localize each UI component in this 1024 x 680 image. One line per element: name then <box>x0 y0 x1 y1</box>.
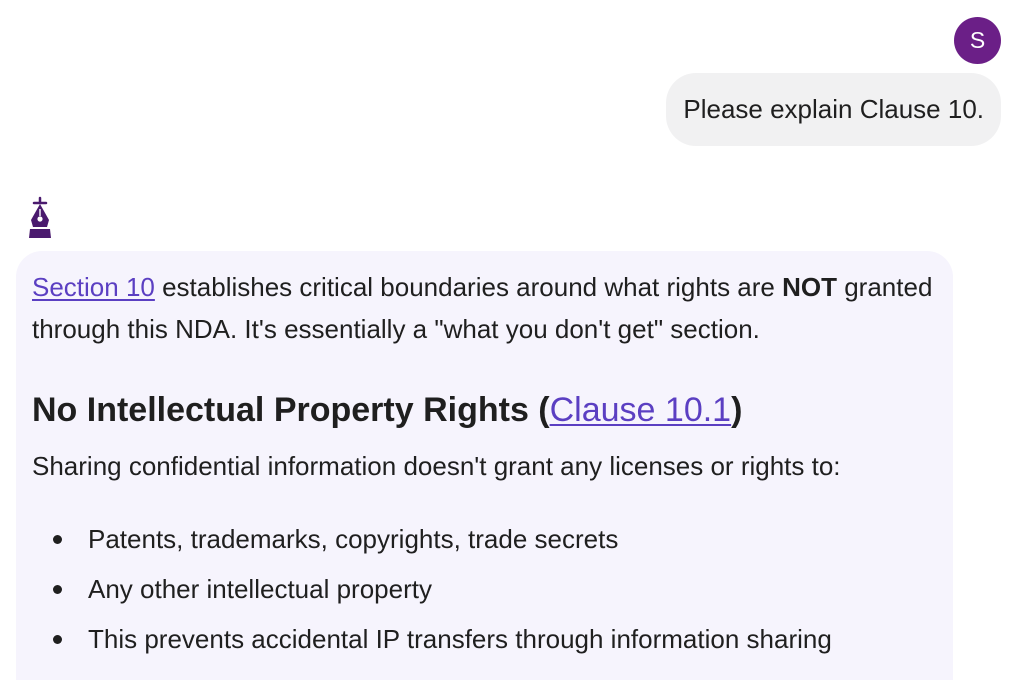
bullet-dot <box>53 635 62 644</box>
list-item-text: Any other intellectual property <box>88 574 432 604</box>
heading-text: No Intellectual Property Rights ( <box>32 391 550 429</box>
list-item-text: This prevents accidental IP transfers th… <box>88 624 832 654</box>
list-item: Patents, trademarks, copyrights, trade s… <box>32 518 832 568</box>
heading-close-paren: ) <box>731 391 743 429</box>
chat-page: S Please explain Clause 10. Section 10 e… <box>0 0 1024 680</box>
bullet-dot <box>53 585 62 594</box>
assistant-paragraph: Section 10 establishes critical boundari… <box>32 266 942 350</box>
section-10-link[interactable]: Section 10 <box>32 272 155 302</box>
fountain-pen-icon <box>24 195 56 243</box>
section-heading: No Intellectual Property Rights (Clause … <box>32 386 742 434</box>
paragraph-bold-not: NOT <box>782 272 837 302</box>
bullet-dot <box>53 535 62 544</box>
user-message-text: Please explain Clause 10. <box>683 94 984 124</box>
list-item: Any other intellectual property <box>32 568 832 618</box>
clause-10-1-link[interactable]: Clause 10.1 <box>550 391 731 429</box>
avatar-initial: S <box>969 27 986 53</box>
user-avatar[interactable]: S <box>954 17 1001 64</box>
paragraph-text-1: establishes critical boundaries around w… <box>154 272 783 302</box>
list-item: This prevents accidental IP transfers th… <box>32 618 832 668</box>
bullet-list: Patents, trademarks, copyrights, trade s… <box>32 518 832 668</box>
intro-text: Sharing confidential information doesn't… <box>32 451 841 481</box>
user-message-bubble: Please explain Clause 10. <box>666 73 1001 146</box>
list-item-text: Patents, trademarks, copyrights, trade s… <box>88 524 619 554</box>
